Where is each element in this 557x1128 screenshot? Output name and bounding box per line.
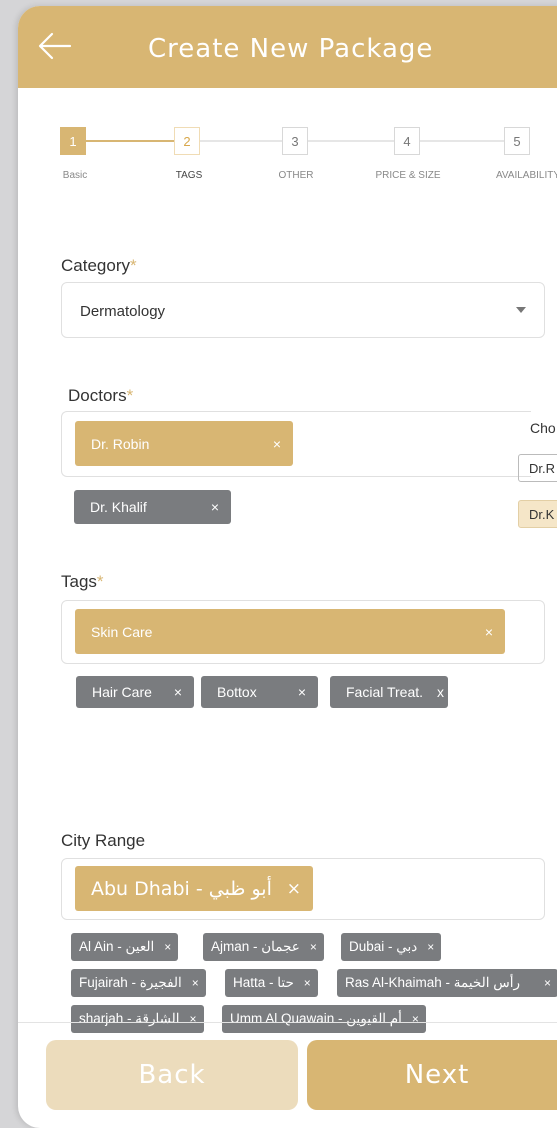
city-option-chip[interactable]: Ajman - عجمان ×: [203, 933, 324, 961]
step-connector: [420, 140, 504, 142]
selected-tag-chip[interactable]: Skin Care ×: [75, 609, 505, 654]
tags-label: Tags*: [61, 572, 104, 591]
doctors-dropdown-label: Cho: [530, 420, 556, 436]
step-4-label: PRICE & SIZE: [375, 170, 441, 181]
doctors-label: Doctors*: [68, 386, 134, 405]
back-arrow-icon[interactable]: [38, 32, 72, 60]
doctors-dropdown-option[interactable]: Dr.R: [518, 454, 557, 482]
city-option-chip[interactable]: Hatta - حتا ×: [225, 969, 318, 997]
create-package-panel: Create New Package 1 2 3 4 5 Basic TAGS …: [18, 6, 557, 1128]
tag-option-chip[interactable]: Hair Care ×: [76, 676, 194, 708]
step-4[interactable]: 4: [394, 127, 420, 155]
chevron-down-icon: [516, 307, 526, 313]
city-option-chip[interactable]: sharjah - الشارقة ×: [71, 1005, 204, 1033]
footer-divider: [18, 1022, 557, 1023]
city-range-label: City Range: [61, 831, 146, 850]
step-5[interactable]: 5: [504, 127, 530, 155]
page-title: Create New Package: [148, 34, 434, 64]
tags-multiselect[interactable]: Skin Care ×: [61, 600, 545, 664]
category-value: Dermatology: [80, 303, 166, 320]
step-2-label: TAGS: [175, 170, 203, 181]
add-chip-icon[interactable]: ×: [211, 499, 219, 515]
city-option-chip[interactable]: Umm Al Quawain - أم القيوين ×: [222, 1005, 426, 1033]
step-indicator: 1 2 3 4 5 Basic TAGS OTHER PRICE & SIZE …: [18, 118, 557, 188]
city-option-chip[interactable]: Al Ain - العين ×: [71, 933, 179, 961]
city-range-multiselect[interactable]: Abu Dhabi - أبو ظبي ×: [61, 858, 545, 920]
step-1[interactable]: 1: [60, 127, 86, 155]
remove-chip-icon[interactable]: ×: [273, 436, 281, 452]
category-select[interactable]: Dermatology: [61, 282, 545, 338]
add-chip-icon[interactable]: ×: [544, 976, 551, 990]
add-chip-icon[interactable]: x: [437, 684, 444, 700]
doctor-option-chip[interactable]: Dr. Khalif ×: [74, 490, 231, 524]
add-chip-icon[interactable]: ×: [427, 940, 434, 954]
add-chip-icon[interactable]: ×: [192, 976, 199, 990]
step-3[interactable]: 3: [282, 127, 308, 155]
add-chip-icon[interactable]: ×: [164, 940, 171, 954]
doctors-multiselect[interactable]: Dr. Robin ×: [61, 411, 531, 477]
back-button[interactable]: Back: [46, 1040, 298, 1110]
city-option-chip[interactable]: Ras Al-Khaimah - رأس الخيمة ×: [337, 969, 557, 997]
remove-chip-icon[interactable]: ×: [485, 624, 493, 640]
remove-chip-icon[interactable]: ×: [287, 879, 301, 899]
tag-option-chip[interactable]: Facial Treat. x: [330, 676, 448, 708]
step-2[interactable]: 2: [174, 127, 200, 155]
doctors-dropdown-option[interactable]: Dr.K: [518, 500, 557, 528]
add-chip-icon[interactable]: ×: [412, 1012, 419, 1026]
tag-option-chip[interactable]: Bottox ×: [201, 676, 318, 708]
step-1-label: Basic: [62, 170, 88, 181]
step-5-label: AVAILABILITY: [495, 170, 557, 181]
selected-city-chip[interactable]: Abu Dhabi - أبو ظبي ×: [75, 866, 313, 911]
selected-doctor-chip[interactable]: Dr. Robin ×: [75, 421, 293, 466]
next-button[interactable]: Next: [307, 1040, 557, 1110]
city-option-chip[interactable]: Dubai - دبي ×: [341, 933, 442, 961]
city-option-chip[interactable]: Fujairah - الفجيرة ×: [71, 969, 206, 997]
category-label: Category*: [61, 256, 137, 275]
add-chip-icon[interactable]: ×: [298, 684, 306, 700]
step-connector: [86, 140, 174, 142]
step-connector: [308, 140, 394, 142]
add-chip-icon[interactable]: ×: [304, 976, 311, 990]
step-connector: [200, 140, 282, 142]
add-chip-icon[interactable]: ×: [174, 684, 182, 700]
add-chip-icon[interactable]: ×: [310, 940, 317, 954]
add-chip-icon[interactable]: ×: [190, 1012, 197, 1026]
header-bar: Create New Package: [18, 6, 557, 88]
step-3-label: OTHER: [278, 170, 314, 181]
